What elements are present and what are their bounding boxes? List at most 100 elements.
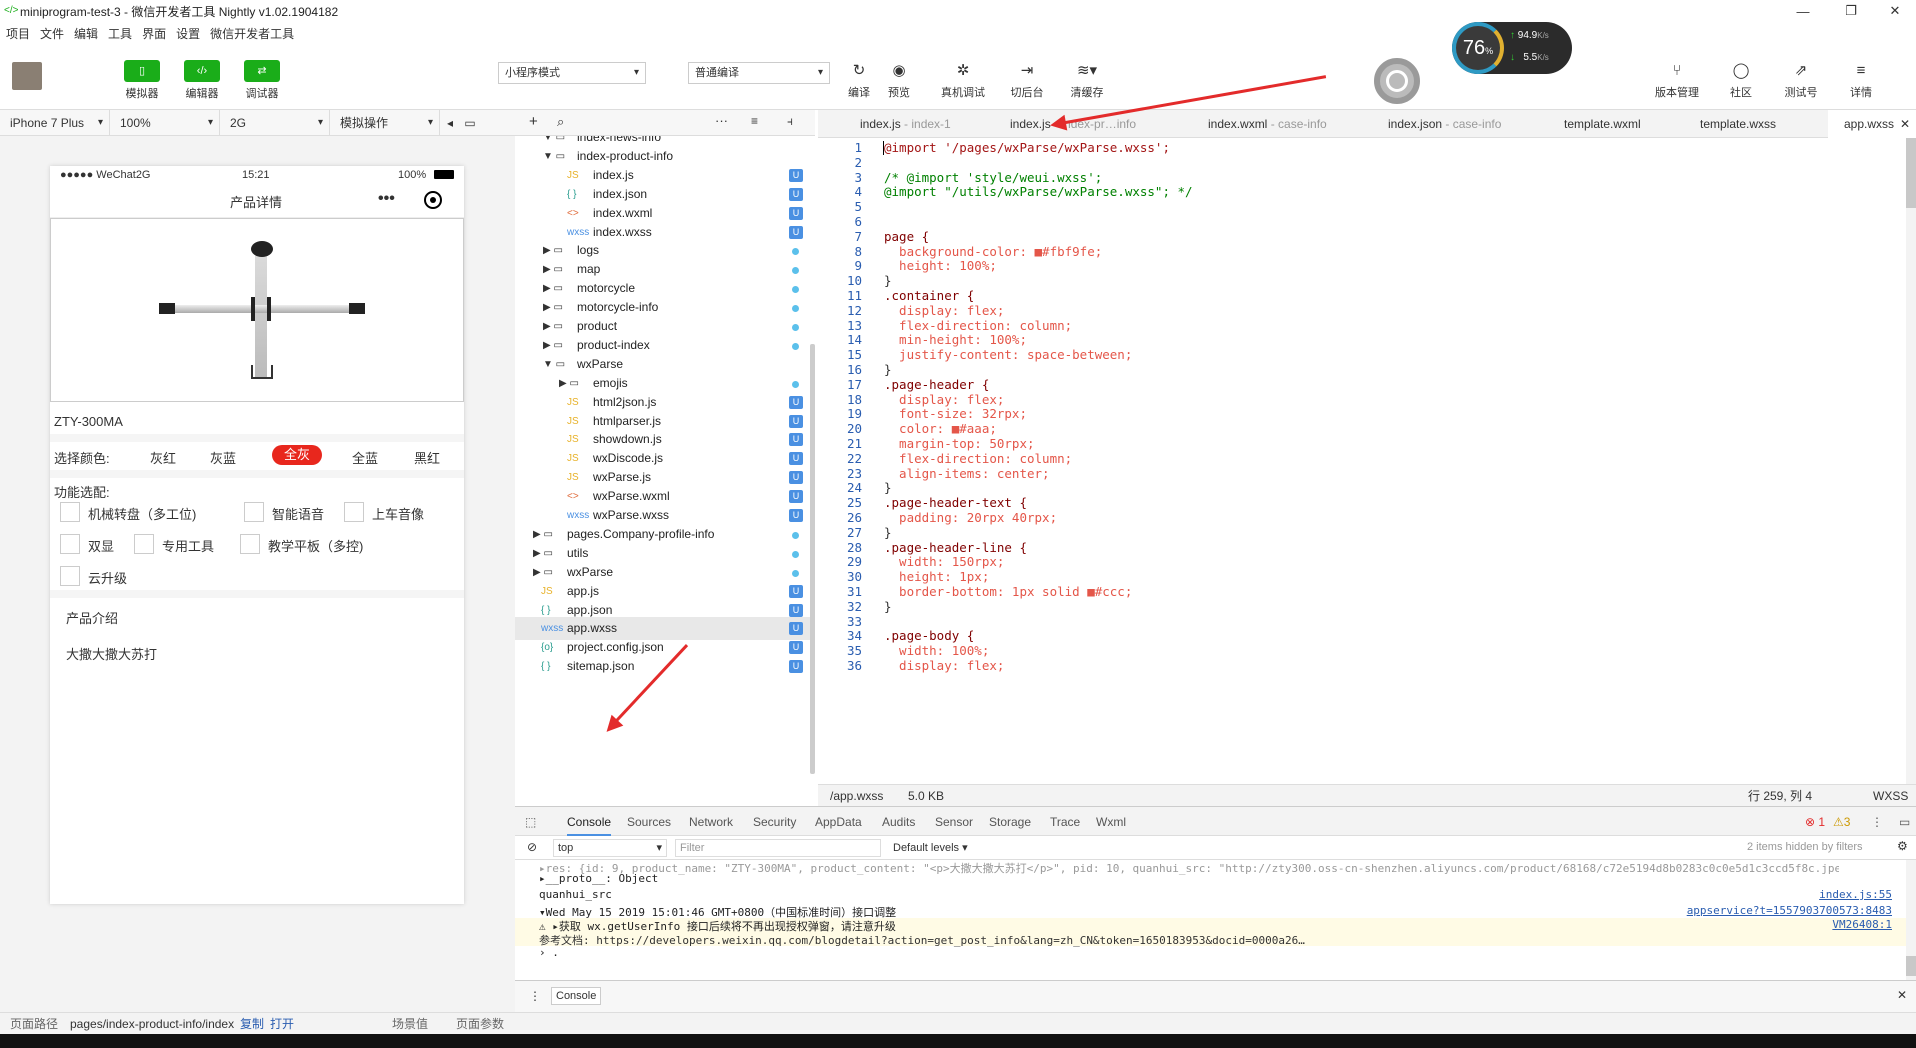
tab-trace[interactable]: Trace [1050, 807, 1080, 837]
untracked-badge: U [789, 509, 803, 522]
editor-scrollbar[interactable] [1906, 138, 1916, 784]
feature-checkbox[interactable] [60, 534, 80, 554]
preview-button[interactable]: ◉ 预览 [874, 60, 924, 100]
console-source-link[interactable]: index.js:55 [1819, 888, 1892, 901]
tab-sensor[interactable]: Sensor [935, 807, 973, 837]
performance-widget[interactable]: 76% ↑ 94.9K/s ↓ 5.5K/s [1452, 22, 1572, 74]
split-icon[interactable]: ⫞ [787, 114, 793, 129]
error-count[interactable]: ⊗ 1 [1805, 807, 1825, 837]
menu-item-tools[interactable]: 工具 [108, 25, 132, 42]
drawer-tab-console[interactable]: Console [551, 987, 602, 1005]
tab-index-json[interactable]: index.json - case-info [1388, 110, 1501, 138]
tab-index-js-1[interactable]: index.js - index-1 [860, 110, 951, 138]
log-levels-select[interactable]: Default levels ▾ [893, 841, 968, 854]
close-drawer-icon[interactable]: ✕ [1897, 988, 1907, 1002]
feature-checkbox[interactable] [60, 502, 80, 522]
network-select[interactable]: 2G [220, 109, 330, 136]
color-option-gray-red[interactable]: 灰红 [150, 448, 176, 467]
tab-index-wxml[interactable]: index.wxml - case-info [1208, 110, 1327, 138]
menu-item-project[interactable]: 项目 [6, 25, 30, 42]
feature-checkbox[interactable] [60, 566, 80, 586]
menu-item-edit[interactable]: 编辑 [74, 25, 98, 42]
float-window-icon[interactable]: ▭ [460, 116, 480, 130]
menu-item-file[interactable]: 文件 [40, 25, 64, 42]
tab-label: index.js [860, 117, 901, 131]
simulate-op-select[interactable]: 模拟操作 [330, 109, 440, 136]
untracked-badge: U [789, 660, 803, 674]
mode-select[interactable]: 小程序模式 [498, 62, 646, 84]
close-tab-icon[interactable]: ✕ [1900, 117, 1910, 131]
color-option-gray-blue[interactable]: 灰蓝 [210, 448, 236, 467]
menu-item-view[interactable]: 界面 [142, 25, 166, 42]
console-settings-icon[interactable]: ⚙ [1897, 839, 1908, 853]
editor-toggle-button[interactable]: ‹/› 编辑器 [182, 60, 222, 101]
drawer-menu-icon[interactable]: ⋮ [529, 989, 541, 1003]
test-account-button[interactable]: ⇗ 测试号 [1776, 60, 1826, 100]
tab-app-wxss[interactable]: app.wxss ✕ [1828, 110, 1916, 138]
color-option-all-blue[interactable]: 全蓝 [352, 448, 378, 467]
tab-console[interactable]: Console [567, 807, 612, 836]
simulator-toggle-button[interactable]: ▯ 模拟器 [122, 60, 162, 101]
minimize-button[interactable]: — [1780, 0, 1826, 22]
close-window-button[interactable]: ✕ [1872, 0, 1916, 22]
color-option-black-red[interactable]: 黑红 [414, 448, 440, 467]
code-line: } [884, 362, 892, 377]
menu-item-settings[interactable]: 设置 [176, 25, 200, 42]
remote-debug-button[interactable]: ✲ 真机调试 [938, 60, 988, 100]
tab-audits[interactable]: Audits [882, 807, 915, 837]
more-icon[interactable]: ··· [715, 113, 728, 128]
page-params-button[interactable]: 页面参数 [456, 1013, 504, 1035]
feature-checkbox[interactable] [240, 534, 260, 554]
feature-checkbox[interactable] [344, 502, 364, 522]
zoom-select[interactable]: 100% [110, 109, 220, 136]
device-select[interactable]: iPhone 7 Plus [0, 109, 110, 136]
more-menu-icon[interactable]: ••• [378, 190, 395, 208]
code-editor[interactable]: 1 @import '/pages/wxParse/wxParse.wxss'; 2… [818, 138, 1916, 784]
console-filter-input[interactable]: Filter [675, 839, 881, 857]
clear-cache-button[interactable]: ≋▾ 清缓存 [1062, 60, 1112, 100]
search-icon[interactable]: ⌕ [557, 114, 564, 130]
tab-sources[interactable]: Sources [627, 807, 671, 837]
community-button[interactable]: ◯ 社区 [1716, 60, 1766, 100]
untracked-badge: U [789, 490, 803, 504]
tree-scrollbar[interactable] [810, 344, 815, 774]
context-value: top [558, 842, 574, 854]
open-path-link[interactable]: 打开 [270, 1013, 294, 1035]
debugger-toggle-button[interactable]: ⇄ 调试器 [242, 60, 282, 101]
warning-count[interactable]: ⚠3 [1833, 807, 1850, 837]
tab-storage[interactable]: Storage [989, 807, 1031, 837]
console-scrollbar[interactable] [1906, 860, 1916, 980]
devtools-more-icon[interactable]: ⋮ [1871, 807, 1883, 837]
clear-console-icon[interactable]: ⊘ [527, 840, 537, 854]
color-option-all-gray[interactable]: 全灰 [272, 445, 322, 465]
volume-icon[interactable]: ◂ [440, 116, 460, 130]
tab-template-wxss[interactable]: template.wxss [1700, 110, 1776, 138]
close-capsule-icon[interactable] [424, 191, 442, 209]
tab-appdata[interactable]: AppData [815, 807, 862, 837]
maximize-button[interactable]: ❐ [1828, 0, 1874, 22]
context-select[interactable]: top ▾ [553, 839, 667, 857]
undock-icon[interactable]: ▭ [1899, 807, 1910, 837]
add-icon[interactable]: + [529, 113, 538, 130]
avatar[interactable] [12, 62, 42, 90]
tab-network[interactable]: Network [689, 807, 733, 837]
console-source-link[interactable]: VM26408:1 [1832, 918, 1892, 931]
menu-item-devtools[interactable]: 微信开发者工具 [210, 25, 294, 42]
tab-security[interactable]: Security [753, 807, 796, 837]
scene-value-button[interactable]: 场景值 [392, 1013, 428, 1035]
console-source-link[interactable]: appservice?t=1557903700573:8483 [1687, 904, 1892, 917]
background-button[interactable]: ⇥ 切后台 [1002, 60, 1052, 100]
tab-template-wxml[interactable]: template.wxml [1564, 110, 1641, 138]
code-line: width: 100%; [884, 643, 990, 659]
feature-checkbox[interactable] [134, 534, 154, 554]
copy-path-link[interactable]: 复制 [240, 1013, 264, 1035]
language-mode[interactable]: WXSS [1873, 785, 1908, 807]
compile-select[interactable]: 普通编译 [688, 62, 830, 84]
details-button[interactable]: ≡ 详情 [1836, 60, 1886, 100]
inspect-icon[interactable]: ⬚ [525, 807, 536, 837]
tab-wxml[interactable]: Wxml [1096, 807, 1126, 837]
feature-checkbox[interactable] [244, 502, 264, 522]
modified-dot [792, 305, 799, 313]
version-control-button[interactable]: ⑂ 版本管理 [1652, 60, 1702, 100]
collapse-icon[interactable]: ≡ [751, 114, 758, 128]
